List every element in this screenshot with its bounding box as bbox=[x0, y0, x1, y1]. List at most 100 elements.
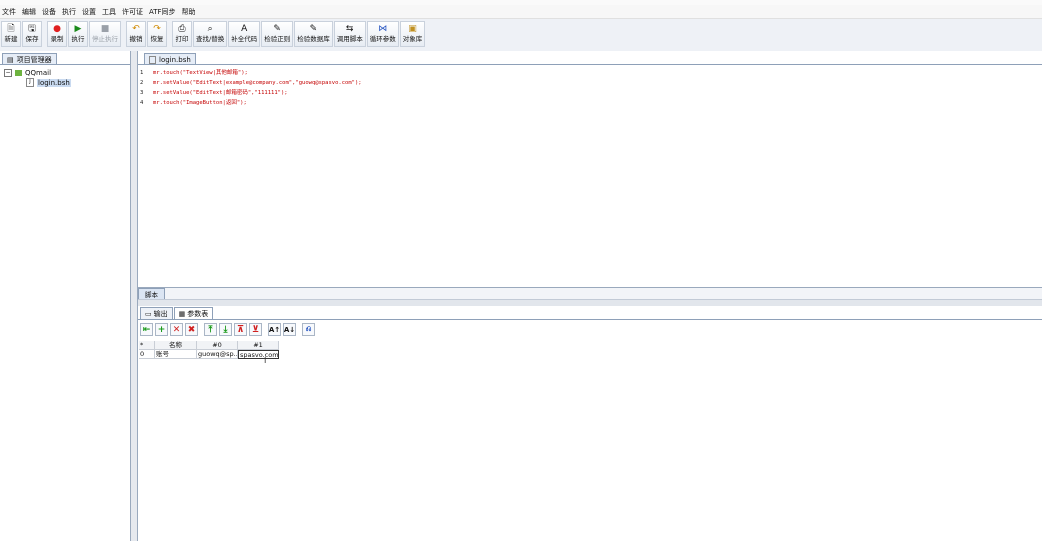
vertical-splitter[interactable] bbox=[131, 51, 138, 541]
horizontal-splitter[interactable] bbox=[138, 299, 1042, 306]
menu-bar: 文件 编辑 设备 执行 设置 工具 许可证 ATF同步 帮助 bbox=[0, 5, 1042, 19]
line-number: 2 bbox=[140, 80, 144, 86]
clear-column-icon: ✖ bbox=[187, 324, 196, 335]
save-button[interactable]: 🖫 保存 bbox=[22, 21, 42, 47]
menu-device[interactable]: 设备 bbox=[42, 7, 56, 17]
new-file-button[interactable]: 🗎 新建 bbox=[1, 21, 21, 47]
delete-column-icon: ✕ bbox=[172, 324, 181, 335]
project-folder-icon bbox=[15, 70, 22, 76]
tree-root-label: QQmail bbox=[25, 69, 52, 77]
import-button[interactable]: ⎌ bbox=[302, 323, 315, 336]
print-button[interactable]: ⎙ 打印 bbox=[172, 21, 192, 47]
clear-row-button[interactable]: ⊻ bbox=[249, 323, 262, 336]
stop-icon: ■ bbox=[100, 24, 110, 34]
clear-row-icon: ⊻ bbox=[251, 324, 260, 335]
code-line[interactable]: mr.touch("TextView|其他邮箱"); bbox=[153, 68, 362, 78]
object-lib-icon: ▣ bbox=[408, 24, 417, 34]
menu-atf-sync[interactable]: ATF同步 bbox=[149, 7, 176, 17]
save-icon: 🖫 bbox=[28, 24, 36, 34]
delete-row-icon: ⊼ bbox=[236, 324, 245, 335]
add-row-button[interactable]: ⤓ bbox=[219, 323, 232, 336]
toolbar-button-label: 查找/替换 bbox=[196, 35, 225, 43]
clear-column-button[interactable]: ✖ bbox=[185, 323, 198, 336]
run-button[interactable]: ▶ 执行 bbox=[68, 21, 88, 47]
code-line[interactable]: mr.setValue("EditText|邮箱密码","111111"); bbox=[153, 88, 362, 98]
toolbar-button-label: 录制 bbox=[50, 35, 64, 43]
output-icon: ▭ bbox=[145, 309, 152, 318]
tree-node-script[interactable]: J login.bsh bbox=[26, 78, 71, 87]
object-lib-button[interactable]: ▣ 对象库 bbox=[399, 21, 426, 47]
menu-file[interactable]: 文件 bbox=[2, 7, 16, 17]
redo-icon: ↷ bbox=[153, 24, 161, 34]
undo-button[interactable]: ↶ 撤销 bbox=[126, 21, 146, 47]
menu-settings[interactable]: 设置 bbox=[82, 7, 96, 17]
regex-check-icon: ✎ bbox=[273, 24, 281, 34]
redo-button[interactable]: ↷ 恢复 bbox=[147, 21, 167, 47]
sort-ascending-button[interactable]: A↑ bbox=[268, 323, 281, 336]
menu-tools[interactable]: 工具 bbox=[102, 7, 116, 17]
regex-check-button[interactable]: ✎ 检验正则 bbox=[261, 21, 294, 47]
record-button[interactable]: ● 录制 bbox=[47, 21, 67, 47]
toolbar-button-label: 停止执行 bbox=[92, 35, 118, 43]
code-line[interactable]: mr.touch("ImageButton|返回"); bbox=[153, 98, 362, 108]
code-line[interactable]: mr.setValue("EditText|example@company.co… bbox=[153, 78, 362, 88]
delete-row-button[interactable]: ⊼ bbox=[234, 323, 247, 336]
toolbar-button-label: 对象库 bbox=[402, 35, 423, 43]
menu-help[interactable]: 帮助 bbox=[182, 7, 196, 17]
insert-column-before-button[interactable]: ⇤ bbox=[140, 323, 153, 336]
param-value-cell-editing[interactable]: spasvo.com bbox=[238, 350, 279, 359]
loop-param-button[interactable]: ⋈ 循环参数 bbox=[366, 21, 399, 47]
column-header-1[interactable]: #1 bbox=[238, 341, 279, 350]
row-index-cell: 0 bbox=[139, 350, 155, 359]
call-script-button[interactable]: ⇆ 调用脚本 bbox=[333, 21, 366, 47]
insert-row-button[interactable]: ⤒ bbox=[204, 323, 217, 336]
db-check-icon: ✎ bbox=[309, 24, 318, 34]
script-editor[interactable]: login.bsh 1 2 3 4 mr.touch("TextView|其他邮… bbox=[138, 51, 1042, 288]
menu-edit[interactable]: 编辑 bbox=[22, 7, 36, 17]
toolbar-button-label: 撤销 bbox=[129, 35, 143, 43]
code-complete-button[interactable]: A 补全代码 bbox=[228, 21, 261, 47]
add-column-button[interactable]: + bbox=[155, 323, 168, 336]
sort-descending-icon: A↓ bbox=[283, 325, 296, 334]
insert-column-icon: ⇤ bbox=[142, 324, 151, 335]
param-value-cell[interactable]: guowq@sp... bbox=[197, 350, 238, 359]
delete-column-button[interactable]: ✕ bbox=[170, 323, 183, 336]
toolbar-button-label: 循环参数 bbox=[369, 35, 396, 43]
tab-divider bbox=[138, 319, 1042, 320]
tab-output[interactable]: ▭ 输出 bbox=[140, 307, 173, 319]
add-column-icon: + bbox=[157, 324, 166, 335]
db-check-button[interactable]: ✎ 检验数据库 bbox=[294, 21, 333, 47]
run-icon: ▶ bbox=[74, 24, 82, 34]
tab-divider bbox=[0, 64, 130, 65]
project-manager-tab-label: 项目管理器 bbox=[16, 55, 52, 64]
parameter-toolbar: ⇤ + ✕ ✖ ⤒ ⤓ ⊼ ⊻ A↑ A↓ ⎌ bbox=[140, 322, 317, 337]
expand-minus-icon[interactable]: − bbox=[4, 69, 12, 77]
panel-icon: ▤ bbox=[7, 55, 14, 64]
toolbar-button-label: 检验数据库 bbox=[297, 35, 330, 43]
find-replace-button[interactable]: ⌕ 查找/替换 bbox=[193, 21, 228, 47]
bottom-panel: ▭ 输出 ▦ 参数表 ⇤ + ✕ ✖ ⤒ ⤓ ⊼ ⊻ A↑ A↓ ⎌ * 名称 … bbox=[138, 306, 1042, 541]
line-number: 1 bbox=[140, 70, 144, 76]
menu-license[interactable]: 许可证 bbox=[122, 7, 143, 17]
script-file-icon: J bbox=[26, 78, 34, 87]
table-row: 0 账号 guowq@sp... spasvo.com bbox=[139, 350, 279, 359]
tree-node-project[interactable]: − QQmail bbox=[4, 69, 51, 77]
add-row-icon: ⤓ bbox=[223, 324, 228, 335]
param-name-cell[interactable]: 账号 bbox=[155, 350, 197, 359]
column-header-0[interactable]: #0 bbox=[197, 341, 238, 350]
code-text[interactable]: mr.touch("TextView|其他邮箱"); mr.setValue("… bbox=[153, 68, 362, 108]
print-icon: ⎙ bbox=[178, 24, 186, 34]
table-icon: ▦ bbox=[178, 309, 186, 318]
column-header-name[interactable]: 名称 bbox=[155, 341, 197, 350]
menu-run[interactable]: 执行 bbox=[62, 7, 76, 17]
sort-descending-button[interactable]: A↓ bbox=[283, 323, 296, 336]
undo-icon: ↶ bbox=[132, 24, 140, 34]
import-icon: ⎌ bbox=[305, 325, 312, 333]
parameter-table: * 名称 #0 #1 0 账号 guowq@sp... spasvo.com bbox=[139, 341, 279, 359]
stop-button[interactable]: ■ 停止执行 bbox=[89, 21, 121, 47]
tab-parameter-table[interactable]: ▦ 参数表 bbox=[173, 307, 214, 319]
line-number: 4 bbox=[140, 100, 144, 106]
sort-ascending-icon: A↑ bbox=[268, 325, 281, 334]
record-icon: ● bbox=[53, 24, 61, 34]
column-header-index: * bbox=[139, 341, 155, 350]
